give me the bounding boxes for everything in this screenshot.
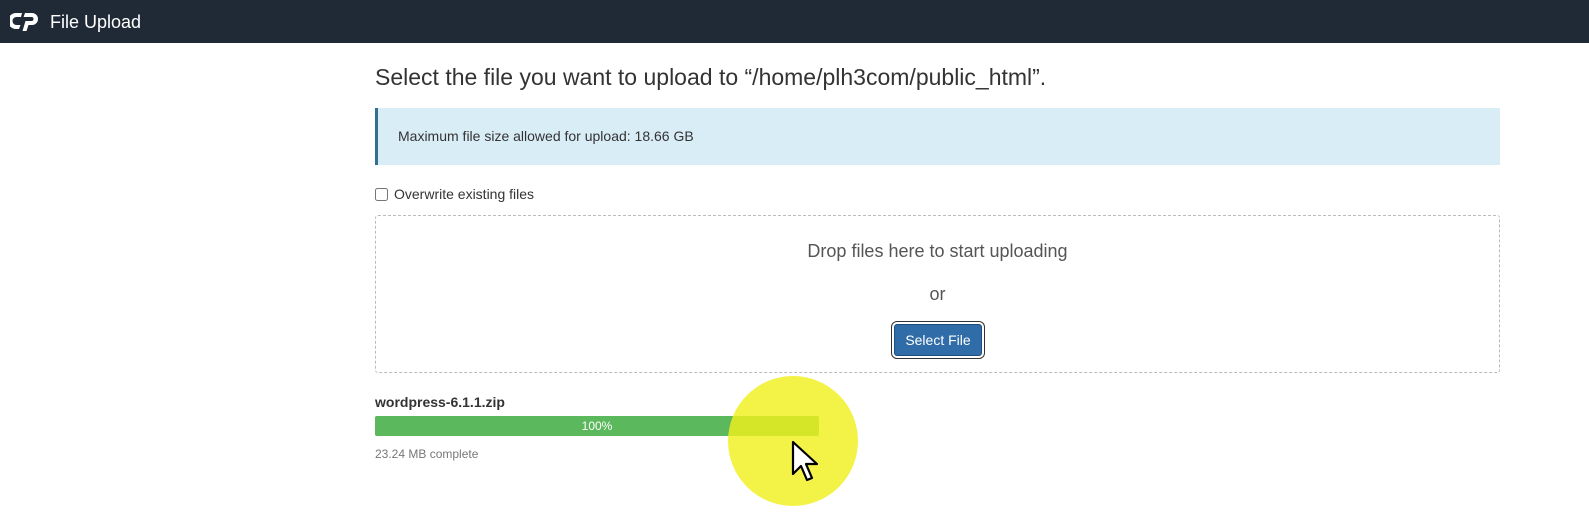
cpanel-logo-icon[interactable] [10, 10, 42, 32]
upload-progress-bar: 100% [375, 416, 819, 436]
overwrite-label: Overwrite existing files [394, 185, 535, 202]
select-file-button[interactable]: Select File [894, 324, 982, 356]
overwrite-option[interactable]: Overwrite existing files [375, 185, 534, 203]
upload-status-text: 23.24 MB complete [375, 447, 479, 461]
page-title: Select the file you want to upload to “/… [375, 64, 1047, 90]
mouse-pointer-icon [791, 440, 819, 482]
upload-progress-label: 100% [581, 419, 613, 433]
upload-file-name: wordpress-6.1.1.zip [375, 394, 505, 410]
top-bar: File Upload [0, 0, 1589, 43]
max-file-size-text: Maximum file size allowed for upload: 18… [398, 128, 694, 144]
overwrite-checkbox[interactable] [375, 187, 388, 201]
file-dropzone[interactable]: Drop files here to start uploading or Se… [375, 215, 1500, 373]
drop-files-text: Drop files here to start uploading [807, 241, 1068, 261]
upload-item: wordpress-6.1.1.zip 100% 23.24 MB comple… [375, 394, 820, 461]
app-title: File Upload [50, 12, 142, 32]
max-file-size-alert: Maximum file size allowed for upload: 18… [375, 108, 1500, 165]
or-separator: or [929, 284, 946, 304]
